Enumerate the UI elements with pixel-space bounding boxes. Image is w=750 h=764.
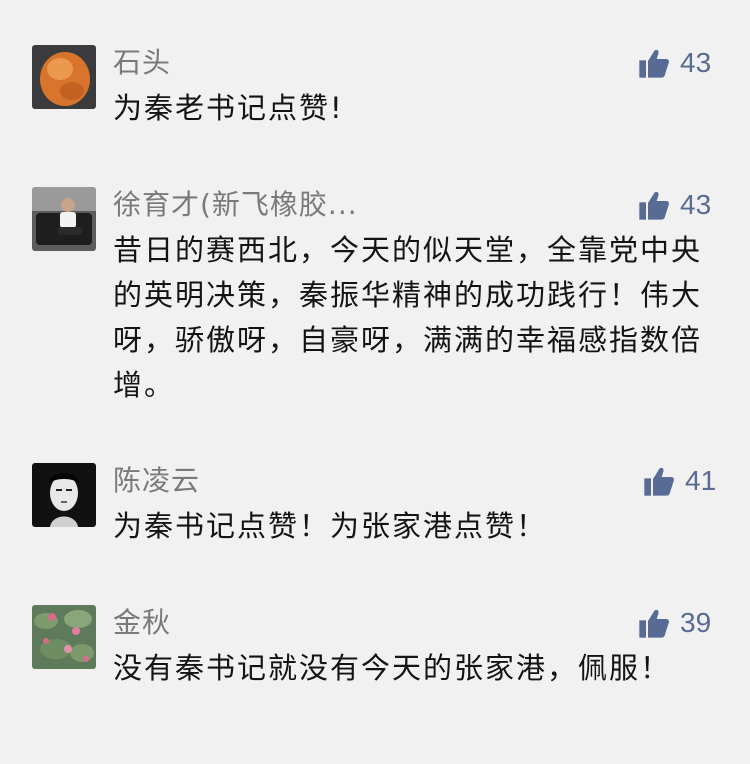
like-button[interactable]: 39	[638, 605, 711, 641]
commenter-name[interactable]: 徐育才(新飞橡胶...	[113, 187, 358, 223]
thumbs-up-icon	[639, 191, 669, 220]
like-button[interactable]: 43	[638, 45, 711, 81]
commenter-name[interactable]: 陈凌云	[113, 463, 200, 499]
like-count: 43	[680, 189, 712, 220]
orange-stone-photo-icon	[32, 45, 96, 109]
like-button[interactable]: 43	[638, 187, 711, 223]
avatar[interactable]	[32, 605, 96, 669]
comment-text: 为秦书记点赞！为张家港点赞！	[113, 509, 548, 543]
thumbs-up-icon	[639, 609, 669, 638]
comment-text: 为秦老书记点赞!	[113, 91, 344, 125]
like-count: 39	[680, 607, 712, 638]
water-lilies-photo-icon	[32, 605, 96, 669]
commenter-name[interactable]: 金秋	[113, 605, 171, 641]
woman-portrait-photo-icon	[32, 463, 96, 527]
comment-text: 昔日的赛西北，今天的似天堂，全靠党中央的英明决策，秦振华精神的成功践行！伟大呀，…	[113, 233, 703, 402]
avatar[interactable]	[32, 45, 96, 109]
avatar[interactable]	[32, 187, 96, 251]
like-count: 41	[685, 465, 717, 496]
thumbs-up-icon	[644, 467, 674, 496]
avatar[interactable]	[32, 463, 96, 527]
commenter-name[interactable]: 石头	[113, 45, 171, 81]
like-button[interactable]: 41	[643, 463, 716, 499]
comment-text: 没有秦书记就没有今天的张家港，佩服！	[113, 651, 672, 685]
thumbs-up-icon	[639, 49, 669, 78]
like-count: 43	[680, 47, 712, 78]
man-seated-photo-icon	[32, 187, 96, 251]
